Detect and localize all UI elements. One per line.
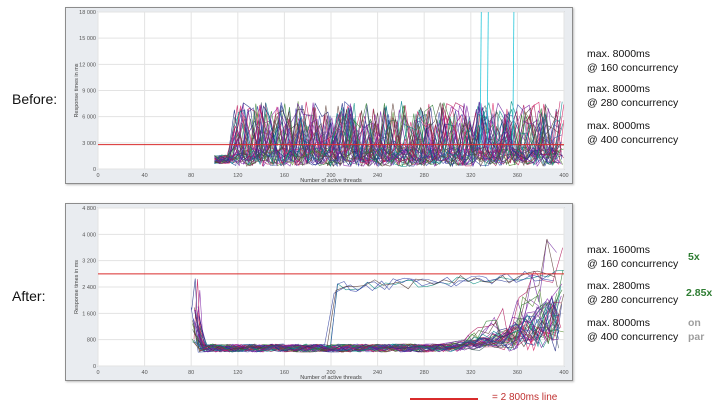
threshold-legend-swatch xyxy=(410,398,478,400)
x-tick-label: 40 xyxy=(142,173,148,179)
after-chart-frame: 0 40 80 120 160 200 240 280 320 360 400 0 800 1 600 2 … xyxy=(65,203,573,381)
y-tick-label: 800 xyxy=(87,338,96,344)
after-stat-160: max. 1600ms @ 160 concurrency xyxy=(587,244,679,270)
y-tick-label: 1 600 xyxy=(82,311,96,317)
after-ratio-280: 2.85x xyxy=(686,287,713,299)
before-stat-160: max. 8000ms @ 160 concurrency xyxy=(587,48,679,74)
before-stat-400: max. 8000ms @ 400 concurrency xyxy=(587,120,679,146)
before-stat-280: max. 8000ms @ 280 concurrency xyxy=(587,83,679,109)
y-tick-label: 18 000 xyxy=(79,10,96,16)
x-tick-label: 280 xyxy=(420,173,429,179)
after-ratio-400: on par xyxy=(688,317,705,343)
x-tick-label: 360 xyxy=(513,173,522,179)
y-tick-label: 0 xyxy=(93,167,96,173)
y-axis-label: Response times in ms xyxy=(74,260,80,314)
x-tick-label: 40 xyxy=(142,370,148,376)
x-tick-label: 280 xyxy=(420,370,429,376)
after-label: After: xyxy=(12,288,46,304)
before-chart-frame: 0 40 80 120 160 200 240 280 320 360 400 0 3 000 6 000… xyxy=(65,7,573,184)
after-response-time-chart: 0 40 80 120 160 200 240 280 320 360 40008001 6002 … xyxy=(74,206,569,381)
x-tick-label: 320 xyxy=(466,173,475,179)
after-ratio-160: 5x xyxy=(688,251,700,263)
y-tick-label: 6 000 xyxy=(82,115,96,121)
y-tick-label: 4 800 xyxy=(82,206,96,212)
after-stat-400: max. 8000ms @ 400 concurrency xyxy=(587,317,679,343)
x-tick-label: 120 xyxy=(233,370,242,376)
x-tick-label: 120 xyxy=(233,173,242,179)
x-tick-label: 400 xyxy=(559,370,568,376)
threshold-legend-label: = 2 800ms line xyxy=(492,392,558,403)
x-tick-label: 360 xyxy=(513,370,522,376)
x-tick-label: 240 xyxy=(373,173,382,179)
after-stat-280: max. 2800ms @ 280 concurrency xyxy=(587,280,679,306)
y-tick-label: 9 000 xyxy=(82,89,96,95)
x-axis-label: Number of active threads xyxy=(300,178,362,183)
x-tick-label: 80 xyxy=(188,370,194,376)
y-tick-label: 4 000 xyxy=(82,232,96,238)
y-tick-label: 12 000 xyxy=(79,62,96,68)
x-tick-label: 80 xyxy=(188,173,194,179)
x-axis-label: Number of active threads xyxy=(300,375,362,380)
before-label: Before: xyxy=(12,91,58,107)
y-tick-label: 3 000 xyxy=(82,141,96,147)
y-axis-label: Response times in ms xyxy=(74,63,80,117)
x-tick-label: 320 xyxy=(466,370,475,376)
y-tick-label: 15 000 xyxy=(79,36,96,42)
before-response-time-chart: 0 40 80 120 160 200 240 280 320 360 40003 0006 000… xyxy=(74,10,569,184)
x-tick-label: 160 xyxy=(280,173,289,179)
x-tick-label: 240 xyxy=(373,370,382,376)
x-tick-label: 160 xyxy=(280,370,289,376)
x-tick-label: 0 xyxy=(96,173,99,179)
y-tick-label: 0 xyxy=(93,364,96,370)
y-tick-label: 2 400 xyxy=(82,285,96,291)
y-tick-label: 3 200 xyxy=(82,259,96,265)
x-tick-label: 400 xyxy=(559,173,568,179)
x-tick-label: 0 xyxy=(96,370,99,376)
